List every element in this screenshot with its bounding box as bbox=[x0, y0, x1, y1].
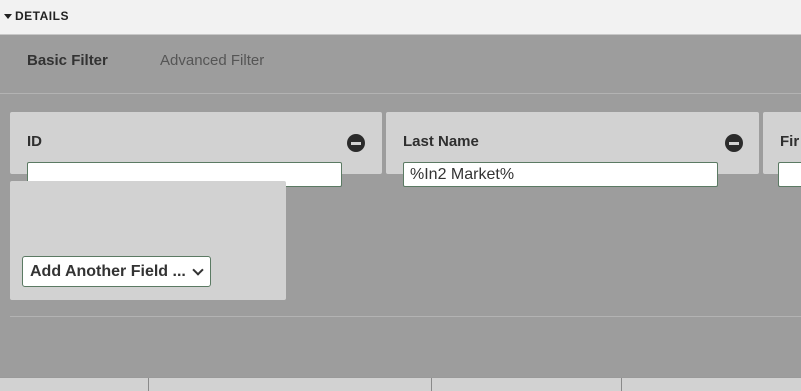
filter-card-first-name: Fir bbox=[763, 112, 801, 187]
results-table-header bbox=[0, 377, 801, 391]
filter-label-id: ID bbox=[27, 133, 42, 150]
remove-icon[interactable] bbox=[347, 134, 365, 152]
filter-card-id: ID bbox=[10, 112, 382, 187]
last-name-input[interactable] bbox=[403, 162, 718, 187]
filter-tabs: Basic Filter Advanced Filter bbox=[0, 35, 801, 94]
tab-advanced-filter[interactable]: Advanced Filter bbox=[160, 52, 264, 69]
column-header[interactable] bbox=[621, 378, 801, 391]
section-divider bbox=[10, 316, 801, 317]
column-header[interactable] bbox=[431, 378, 621, 391]
details-toggle[interactable]: DETAILS bbox=[4, 9, 69, 23]
column-header[interactable] bbox=[148, 378, 431, 391]
add-field-select-value: Add Another Field ... bbox=[30, 262, 186, 280]
details-label: DETAILS bbox=[15, 9, 69, 23]
first-name-input[interactable] bbox=[778, 162, 801, 187]
add-field-select[interactable]: Add Another Field ... bbox=[22, 256, 211, 287]
details-header: DETAILS bbox=[0, 0, 801, 35]
tab-basic-filter[interactable]: Basic Filter bbox=[27, 52, 108, 69]
remove-icon[interactable] bbox=[725, 134, 743, 152]
filter-card-last-name: Last Name bbox=[386, 112, 759, 187]
add-field-card: Add Another Field ... bbox=[10, 181, 286, 300]
chevron-down-icon bbox=[192, 264, 204, 276]
filter-label-first-name: Fir bbox=[780, 133, 800, 150]
column-header[interactable] bbox=[0, 378, 148, 391]
caret-down-icon bbox=[4, 13, 12, 19]
filter-label-last-name: Last Name bbox=[403, 133, 479, 150]
